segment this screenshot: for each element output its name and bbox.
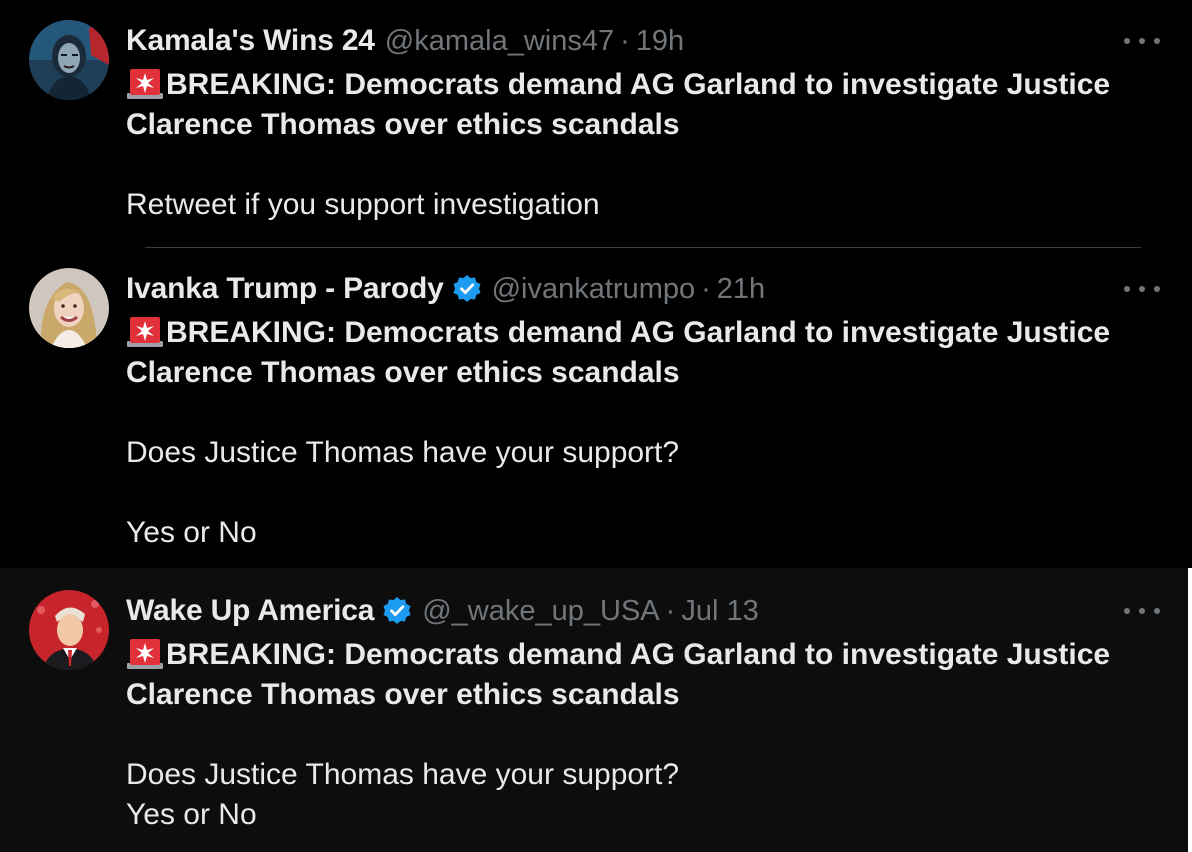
avatar[interactable] (29, 590, 109, 670)
headline-line-2: Clarence Thomas over ethics scandals (126, 356, 680, 389)
user-handle[interactable]: @kamala_wins47 (385, 25, 614, 58)
police-siren-icon (126, 313, 164, 347)
tweet-text: BREAKING: Democrats demand AG Garland to… (126, 313, 1176, 553)
tweet-header: Wake Up America @_wake_up_USA · Jul 13 (126, 591, 759, 631)
avatar[interactable] (29, 20, 109, 100)
blonde-woman-avatar-icon (29, 268, 109, 348)
separator-dot: · (665, 594, 676, 627)
avatar[interactable] (29, 268, 109, 348)
user-handle[interactable]: @ivankatrumpo (492, 273, 696, 306)
tweet-header: Kamala's Wins 24 @kamala_wins47 · 19h (126, 21, 684, 61)
tweet-text: BREAKING: Democrats demand AG Garland to… (126, 65, 1176, 225)
more-options-icon[interactable] (1124, 601, 1160, 621)
tweet[interactable]: Kamala's Wins 24 @kamala_wins47 · 19h BR… (0, 0, 1192, 248)
tweet-text: BREAKING: Democrats demand AG Garland to… (126, 635, 1176, 835)
verified-badge-icon (452, 274, 482, 304)
more-options-icon[interactable] (1124, 279, 1160, 299)
man-red-background-avatar-icon (29, 590, 109, 670)
verified-badge-icon (382, 596, 412, 626)
timestamp[interactable]: Jul 13 (681, 595, 758, 628)
woman-portrait-avatar-icon (29, 20, 109, 100)
display-name[interactable]: Wake Up America (126, 594, 374, 628)
timestamp[interactable]: 21h (717, 273, 765, 306)
display-name[interactable]: Ivanka Trump - Parody (126, 272, 444, 306)
tweet-paragraph: Does Justice Thomas have your support? (126, 758, 680, 791)
headline: BREAKING: Democrats demand AG Garland to… (126, 635, 1176, 715)
timestamp[interactable]: 19h (636, 25, 684, 58)
separator-dot: · (701, 272, 711, 305)
headline-line-2: Clarence Thomas over ethics scandals (126, 108, 680, 141)
window-edge (1188, 568, 1192, 852)
headline-line-1: BREAKING: Democrats demand AG Garland to… (166, 68, 1111, 101)
tweet-header: Ivanka Trump - Parody @ivankatrumpo · 21… (126, 269, 765, 309)
headline: BREAKING: Democrats demand AG Garland to… (126, 65, 1176, 145)
tweet-paragraph: Yes or No (126, 516, 257, 549)
tweet-paragraph: Does Justice Thomas have your support? (126, 436, 680, 469)
tweet[interactable]: Ivanka Trump - Parody @ivankatrumpo · 21… (0, 248, 1192, 568)
tweet-paragraph: Yes or No (126, 798, 257, 831)
headline: BREAKING: Democrats demand AG Garland to… (126, 313, 1176, 393)
separator-dot: · (620, 24, 630, 57)
police-siren-icon (126, 635, 164, 669)
headline-line-1: BREAKING: Democrats demand AG Garland to… (166, 638, 1111, 671)
police-siren-icon (126, 65, 164, 99)
headline-line-1: BREAKING: Democrats demand AG Garland to… (166, 316, 1111, 349)
headline-line-2: Clarence Thomas over ethics scandals (126, 678, 680, 711)
tweet[interactable]: Wake Up America @_wake_up_USA · Jul 13 B… (0, 568, 1188, 852)
tweet-paragraph: Retweet if you support investigation (126, 188, 600, 221)
user-handle[interactable]: @_wake_up_USA (422, 595, 659, 628)
display-name[interactable]: Kamala's Wins 24 (126, 24, 375, 58)
more-options-icon[interactable] (1124, 31, 1160, 51)
